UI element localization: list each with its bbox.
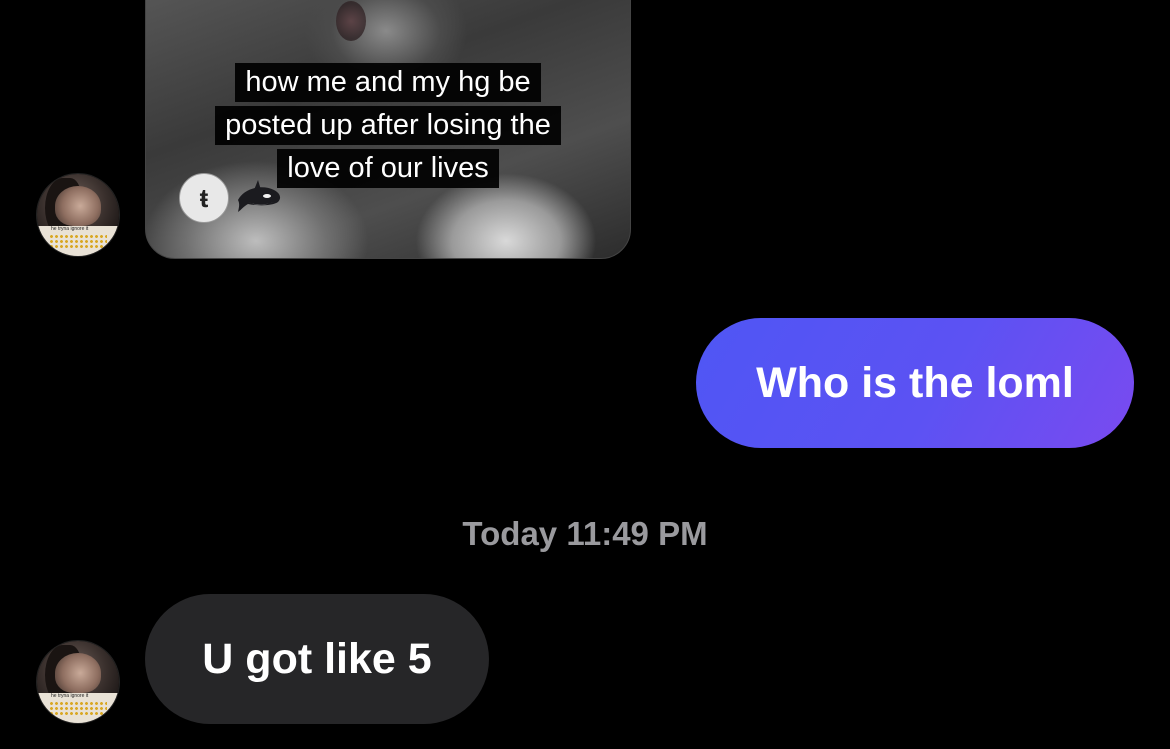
avatar-emoji-row xyxy=(49,701,107,717)
orca-emoji-icon xyxy=(238,180,281,212)
contact-avatar[interactable]: he tryna ignore it xyxy=(37,641,119,723)
avatar-caption: he tryna ignore it xyxy=(51,693,89,699)
reel-image-detail xyxy=(336,1,366,41)
received-message-bubble[interactable]: U got like 5 xyxy=(145,594,489,724)
sent-message-bubble[interactable]: Who is the loml xyxy=(696,318,1134,448)
shared-reel-bubble[interactable]: how me and my hg be posted up after losi… xyxy=(145,0,631,259)
message-thread: he tryna ignore it how me and my hg be p… xyxy=(0,0,1170,749)
reel-account-avatar-icon[interactable]: ŧ xyxy=(179,173,229,223)
avatar-face xyxy=(55,186,101,226)
reel-caption-line: love of our lives xyxy=(277,149,499,188)
reel-caption-line: how me and my hg be xyxy=(235,63,541,102)
avatar-caption: he tryna ignore it xyxy=(51,226,89,232)
reel-caption: how me and my hg be posted up after losi… xyxy=(146,63,630,192)
reel-caption-line: posted up after losing the xyxy=(215,106,561,145)
contact-avatar[interactable]: he tryna ignore it xyxy=(37,174,119,256)
avatar-face xyxy=(55,653,101,693)
message-timestamp: Today 11:49 PM xyxy=(462,515,708,552)
avatar-emoji-row xyxy=(49,234,107,250)
